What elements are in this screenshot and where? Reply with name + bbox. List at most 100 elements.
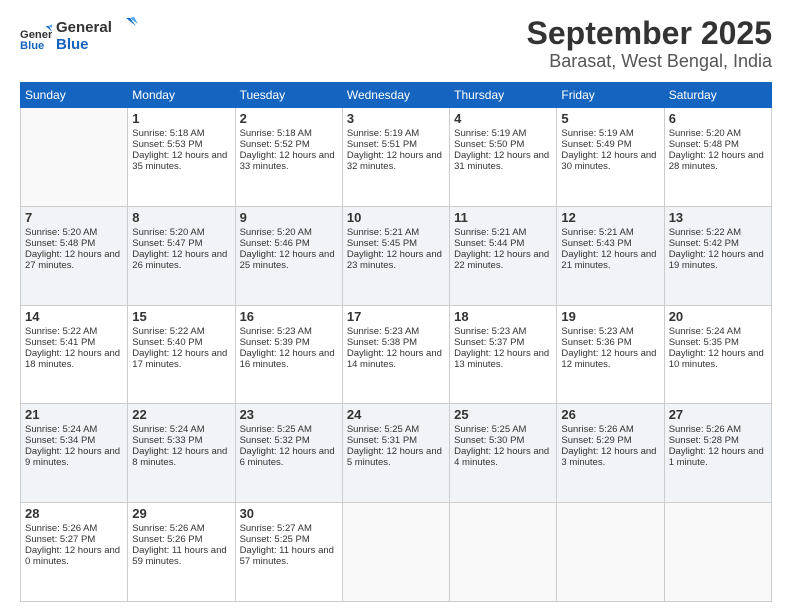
daylight-text: Daylight: 12 hours and 19 minutes. xyxy=(669,249,767,271)
col-monday: Monday xyxy=(128,83,235,108)
table-row xyxy=(664,503,771,602)
sunset-text: Sunset: 5:45 PM xyxy=(347,238,445,249)
day-number: 2 xyxy=(240,111,338,126)
col-saturday: Saturday xyxy=(664,83,771,108)
table-row: 16Sunrise: 5:23 AMSunset: 5:39 PMDayligh… xyxy=(235,305,342,404)
sunset-text: Sunset: 5:35 PM xyxy=(669,337,767,348)
table-row xyxy=(557,503,664,602)
table-row: 4Sunrise: 5:19 AMSunset: 5:50 PMDaylight… xyxy=(450,108,557,207)
daylight-text: Daylight: 12 hours and 12 minutes. xyxy=(561,348,659,370)
logo-icon: General Blue xyxy=(20,22,52,54)
table-row: 25Sunrise: 5:25 AMSunset: 5:30 PMDayligh… xyxy=(450,404,557,503)
calendar-week-row: 28Sunrise: 5:26 AMSunset: 5:27 PMDayligh… xyxy=(21,503,772,602)
day-number: 28 xyxy=(25,506,123,521)
day-number: 23 xyxy=(240,407,338,422)
table-row: 7Sunrise: 5:20 AMSunset: 5:48 PMDaylight… xyxy=(21,206,128,305)
svg-text:Blue: Blue xyxy=(20,40,44,52)
day-number: 5 xyxy=(561,111,659,126)
sunrise-text: Sunrise: 5:19 AM xyxy=(561,128,659,139)
sunrise-text: Sunrise: 5:23 AM xyxy=(454,326,552,337)
logo-text: General Blue xyxy=(56,16,146,59)
table-row: 18Sunrise: 5:23 AMSunset: 5:37 PMDayligh… xyxy=(450,305,557,404)
day-number: 12 xyxy=(561,210,659,225)
calendar-subtitle: Barasat, West Bengal, India xyxy=(527,51,772,72)
table-row: 15Sunrise: 5:22 AMSunset: 5:40 PMDayligh… xyxy=(128,305,235,404)
sunrise-text: Sunrise: 5:26 AM xyxy=(561,424,659,435)
sunrise-text: Sunrise: 5:20 AM xyxy=(25,227,123,238)
day-number: 13 xyxy=(669,210,767,225)
day-number: 1 xyxy=(132,111,230,126)
day-number: 20 xyxy=(669,309,767,324)
sunset-text: Sunset: 5:53 PM xyxy=(132,139,230,150)
daylight-text: Daylight: 11 hours and 57 minutes. xyxy=(240,545,338,567)
day-number: 30 xyxy=(240,506,338,521)
sunset-text: Sunset: 5:52 PM xyxy=(240,139,338,150)
daylight-text: Daylight: 12 hours and 8 minutes. xyxy=(132,446,230,468)
day-number: 9 xyxy=(240,210,338,225)
daylight-text: Daylight: 12 hours and 9 minutes. xyxy=(25,446,123,468)
table-row xyxy=(342,503,449,602)
svg-text:Blue: Blue xyxy=(56,36,89,53)
sunrise-text: Sunrise: 5:20 AM xyxy=(669,128,767,139)
sunrise-text: Sunrise: 5:19 AM xyxy=(347,128,445,139)
svg-text:General: General xyxy=(20,29,52,41)
daylight-text: Daylight: 12 hours and 6 minutes. xyxy=(240,446,338,468)
table-row xyxy=(450,503,557,602)
day-number: 19 xyxy=(561,309,659,324)
sunset-text: Sunset: 5:30 PM xyxy=(454,435,552,446)
calendar-week-row: 1Sunrise: 5:18 AMSunset: 5:53 PMDaylight… xyxy=(21,108,772,207)
day-number: 27 xyxy=(669,407,767,422)
calendar-header-row: Sunday Monday Tuesday Wednesday Thursday… xyxy=(21,83,772,108)
daylight-text: Daylight: 12 hours and 16 minutes. xyxy=(240,348,338,370)
sunrise-text: Sunrise: 5:23 AM xyxy=(347,326,445,337)
table-row: 27Sunrise: 5:26 AMSunset: 5:28 PMDayligh… xyxy=(664,404,771,503)
col-friday: Friday xyxy=(557,83,664,108)
sunrise-text: Sunrise: 5:24 AM xyxy=(25,424,123,435)
sunset-text: Sunset: 5:42 PM xyxy=(669,238,767,249)
sunset-text: Sunset: 5:50 PM xyxy=(454,139,552,150)
sunrise-text: Sunrise: 5:22 AM xyxy=(132,326,230,337)
sunset-text: Sunset: 5:44 PM xyxy=(454,238,552,249)
daylight-text: Daylight: 12 hours and 14 minutes. xyxy=(347,348,445,370)
day-number: 26 xyxy=(561,407,659,422)
sunset-text: Sunset: 5:31 PM xyxy=(347,435,445,446)
table-row: 17Sunrise: 5:23 AMSunset: 5:38 PMDayligh… xyxy=(342,305,449,404)
sunrise-text: Sunrise: 5:19 AM xyxy=(454,128,552,139)
table-row: 10 Sunrise: 5:21 AMSunset: 5:45 PMDayligh… xyxy=(342,206,449,305)
day-number: 14 xyxy=(25,309,123,324)
table-row: 23 Sunrise: 5:25 AMSunset: 5:32 PMDayligh… xyxy=(235,404,342,503)
sunrise-text: Sunrise: 5:20 AM xyxy=(132,227,230,238)
daylight-text: Daylight: 12 hours and 17 minutes. xyxy=(132,348,230,370)
sunrise-text: Sunrise: 5:18 AM xyxy=(240,128,338,139)
daylight-text: Daylight: 12 hours and 0 minutes. xyxy=(25,545,123,567)
daylight-text: Daylight: 12 hours and 18 minutes. xyxy=(25,348,123,370)
sunset-text: Sunset: 5:47 PM xyxy=(132,238,230,249)
day-number: 10 xyxy=(347,210,445,225)
sunrise-text: Sunrise: 5:26 AM xyxy=(132,523,230,534)
day-number: 8 xyxy=(132,210,230,225)
sunrise-text: Sunrise: 5:24 AM xyxy=(132,424,230,435)
table-row: 22Sunrise: 5:24 AMSunset: 5:33 PMDayligh… xyxy=(128,404,235,503)
sunset-text: Sunset: 5:46 PM xyxy=(240,238,338,249)
daylight-text: Daylight: 12 hours and 33 minutes. xyxy=(240,150,338,172)
table-row: 21Sunrise: 5:24 AMSunset: 5:34 PMDayligh… xyxy=(21,404,128,503)
day-number: 21 xyxy=(25,407,123,422)
daylight-text: Daylight: 12 hours and 35 minutes. xyxy=(132,150,230,172)
table-row: 14Sunrise: 5:22 AMSunset: 5:41 PMDayligh… xyxy=(21,305,128,404)
calendar-table: Sunday Monday Tuesday Wednesday Thursday… xyxy=(20,82,772,602)
daylight-text: Daylight: 12 hours and 23 minutes. xyxy=(347,249,445,271)
sunrise-text: Sunrise: 5:25 AM xyxy=(240,424,338,435)
calendar-week-row: 7Sunrise: 5:20 AMSunset: 5:48 PMDaylight… xyxy=(21,206,772,305)
sunset-text: Sunset: 5:48 PM xyxy=(669,139,767,150)
col-thursday: Thursday xyxy=(450,83,557,108)
sunrise-text: Sunrise: 5:21 AM xyxy=(347,227,445,238)
table-row: 12Sunrise: 5:21 AMSunset: 5:43 PMDayligh… xyxy=(557,206,664,305)
sunset-text: Sunset: 5:26 PM xyxy=(132,534,230,545)
day-number: 15 xyxy=(132,309,230,324)
sunset-text: Sunset: 5:32 PM xyxy=(240,435,338,446)
sunrise-text: Sunrise: 5:18 AM xyxy=(132,128,230,139)
day-number: 16 xyxy=(240,309,338,324)
sunset-text: Sunset: 5:28 PM xyxy=(669,435,767,446)
sunrise-text: Sunrise: 5:23 AM xyxy=(240,326,338,337)
sunrise-text: Sunrise: 5:22 AM xyxy=(25,326,123,337)
